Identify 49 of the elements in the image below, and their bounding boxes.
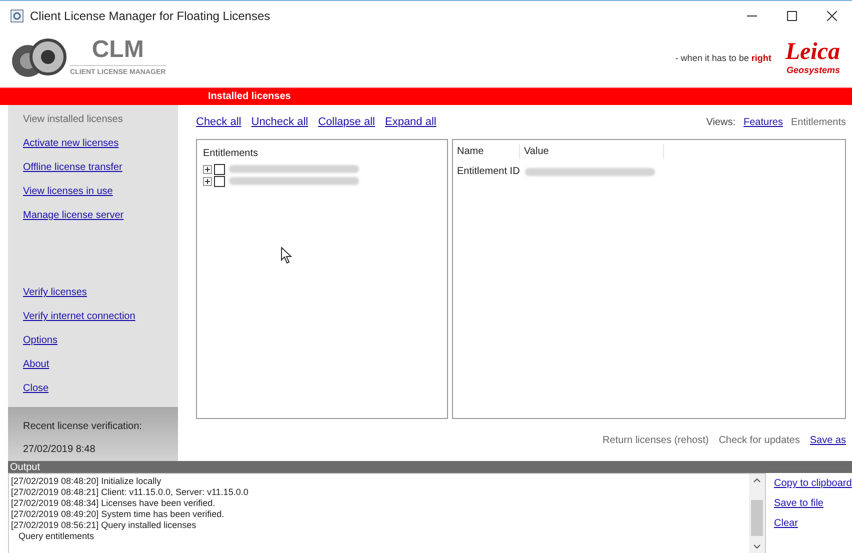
sidebar-link[interactable]: About [23,357,178,372]
output-title: Output [9,460,40,474]
log-line: [27/02/2019 08:48:34] Licenses have been verified. [11,498,216,509]
tree-heading: Entitlements [203,147,260,161]
sidebar-link[interactable]: View installed licenses [23,112,178,127]
toolbar-link[interactable]: Collapse all [318,114,375,130]
section-title: Installed licenses [208,90,291,104]
sidebar-link[interactable]: Offline license transfer [23,160,178,175]
expand-icon[interactable] [203,164,212,174]
mouse-cursor-icon [281,247,292,264]
sidebar-link[interactable]: Verify licenses [23,285,178,300]
log-line: [27/02/2019 08:49:20] System time has been verified. [11,509,226,520]
maximize-icon[interactable] [787,10,797,20]
action-link[interactable]: Save as [810,432,846,448]
output-link[interactable]: Copy to clipboard [774,476,852,491]
toolbar-link[interactable]: Expand all [384,114,436,130]
logo-title: CLM [92,38,144,62]
sidebar-link[interactable]: Verify internet connection [23,309,178,324]
verification-label: Recent license verification: [23,420,143,434]
toolbar-link[interactable]: Check all [196,114,242,130]
close-icon[interactable] [827,10,837,20]
column-header: Value [519,144,664,159]
scrollbar[interactable] [749,474,765,553]
log-line: [27/02/2019 08:56:21] Query installed licenses [11,520,198,531]
checkbox[interactable] [214,176,225,186]
app-icon [10,8,24,22]
scroll-thumb[interactable] [751,500,763,536]
column-header: Name [457,145,485,159]
view-link[interactable]: Features [744,114,783,130]
leica-logo: Leica Geosystems [785,40,840,77]
sidebar-link[interactable]: Close [23,381,178,396]
output-link[interactable]: Clear [774,516,852,531]
view-link[interactable]: Entitlements [790,114,846,130]
slogan: - when it has to be right [675,52,772,65]
sidebar-link[interactable]: Activate new licenses [23,136,178,151]
table-cell-text: Entitlement ID [457,165,521,179]
toolbar-link[interactable]: Uncheck all [251,114,308,130]
output-link[interactable]: Save to file [774,496,852,511]
sidebar-link[interactable]: Options [23,333,178,348]
sidebar-link[interactable]: Manage license server [23,208,178,223]
checkbox[interactable] [214,164,225,174]
log-line: [27/02/2019 08:48:21] Client: v11.15.0.0, Server: v11.15.0.0 [11,487,250,498]
log-line: Query entitlements [18,531,96,542]
log-line: [27/02/2019 08:48:20] Initialize locally [11,476,162,487]
window-title: Client License Manager for Floating Licenses [30,8,270,24]
views-label: Views: [706,116,736,130]
sidebar-link[interactable]: View licenses in use [23,184,178,199]
verification-date: 27/02/2019 8:48 [23,443,96,457]
expand-icon[interactable] [203,176,212,186]
